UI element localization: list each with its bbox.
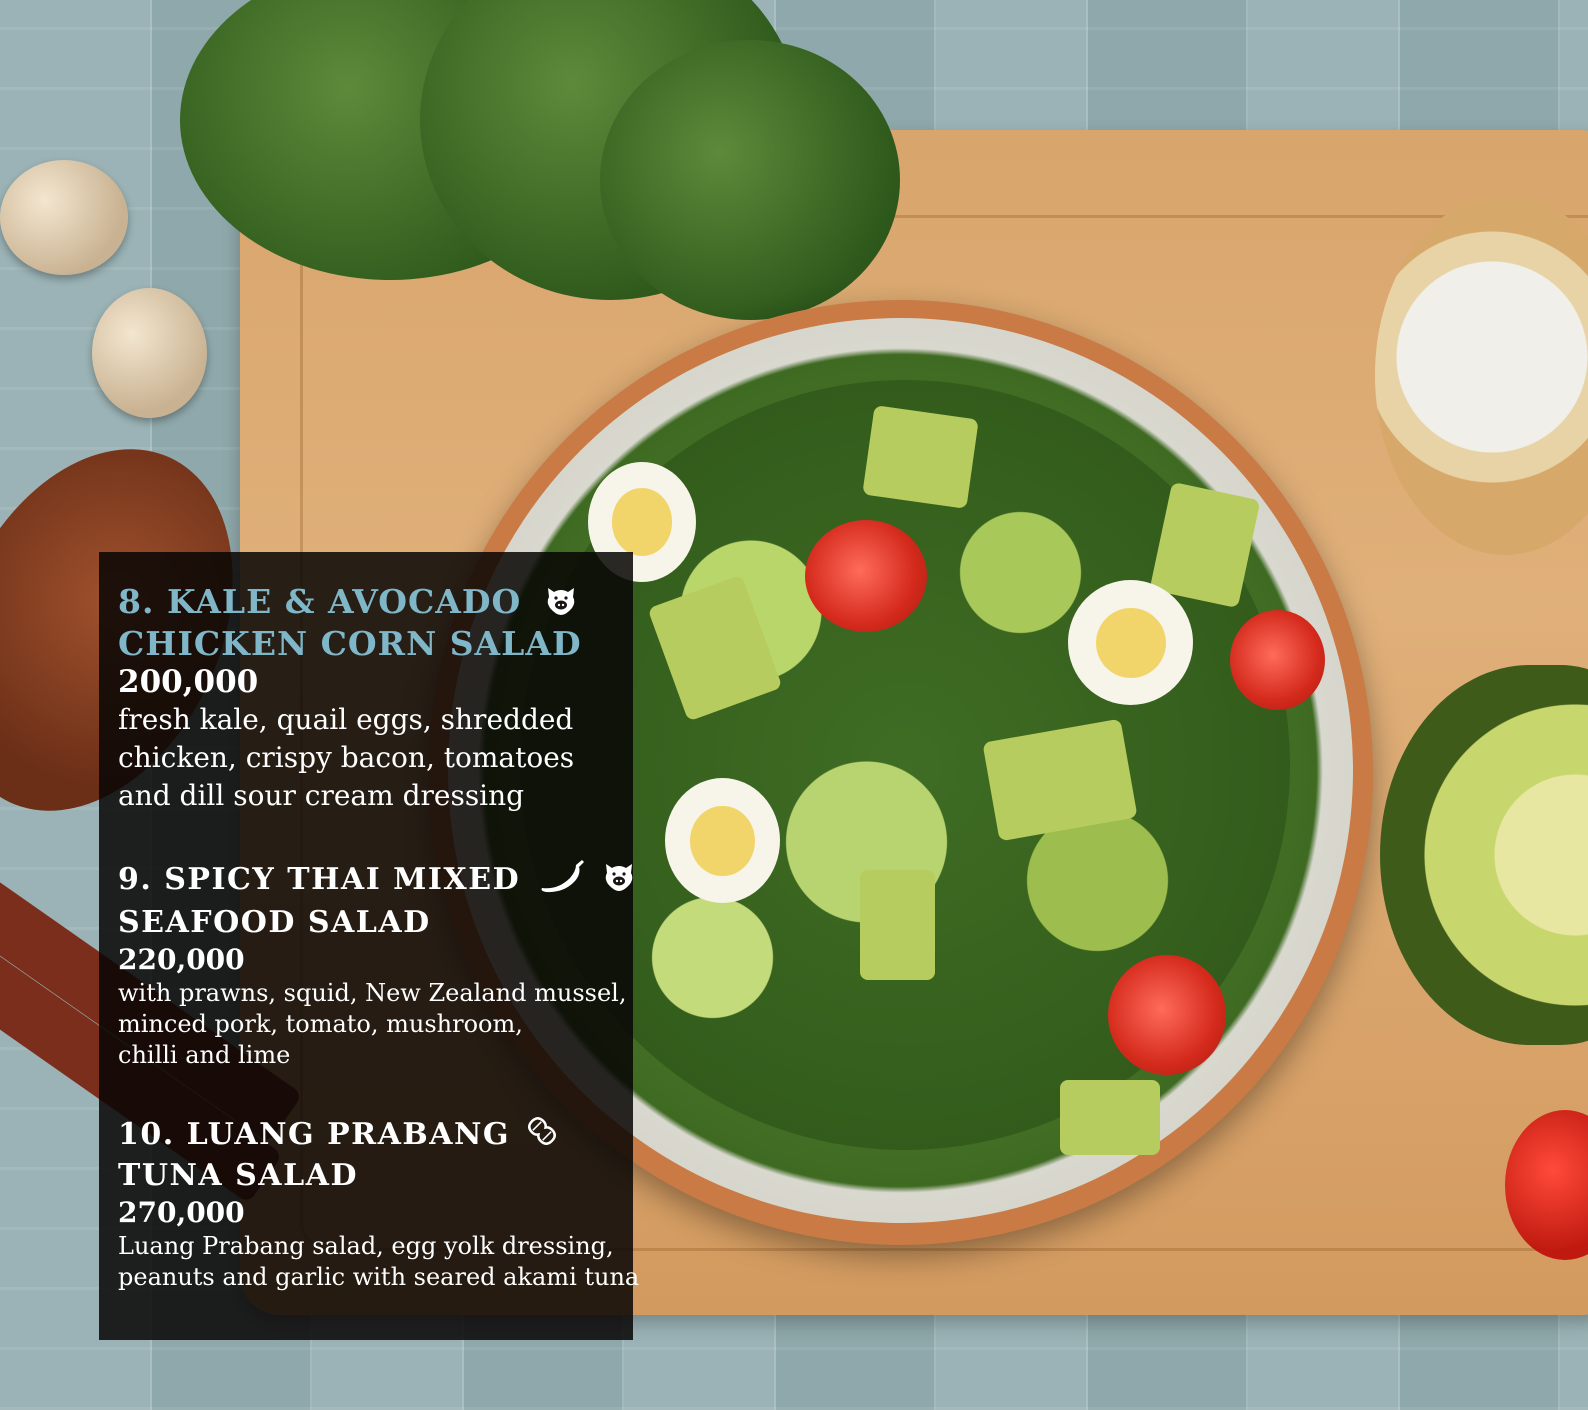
item-title-line-2: SEAFOOD SALAD bbox=[118, 905, 431, 940]
item-title: 9. SPICY THAI MIXED bbox=[118, 858, 636, 904]
item-description-line: with prawns, squid, New Zealand mussel, bbox=[118, 979, 627, 1007]
item-price: 270,000 bbox=[118, 1196, 245, 1229]
item-description-line: chicken, crispy bacon, tomatoes bbox=[118, 741, 575, 774]
item-description-line: minced pork, tomato, mushroom, bbox=[118, 1010, 523, 1038]
item-price: 200,000 bbox=[118, 664, 259, 700]
item-title-line-1: 10. LUANG PRABANG bbox=[118, 1117, 511, 1152]
quail-egg bbox=[92, 288, 207, 418]
item-title-line-1: 8. KALE & AVOCADO bbox=[118, 582, 522, 621]
item-title: 8. KALE & AVOCADO bbox=[118, 582, 582, 624]
chili-icon bbox=[538, 858, 586, 904]
item-description-line: fresh kale, quail eggs, shredded bbox=[118, 703, 574, 736]
item-description-line: peanuts and garlic with seared akami tun… bbox=[118, 1263, 640, 1291]
item-title-line-2: CHICKEN CORN SALAD bbox=[118, 624, 582, 663]
item-title-line-1: 9. SPICY THAI MIXED bbox=[118, 862, 521, 897]
item-title: 10. LUANG PRABANG bbox=[118, 1115, 639, 1157]
pork-icon bbox=[544, 584, 578, 624]
item-price: 220,000 bbox=[118, 943, 245, 976]
menu-item: 9. SPICY THAI MIXED SEAFOOD SALAD 220,00… bbox=[118, 858, 636, 1071]
pork-icon bbox=[602, 860, 636, 902]
menu-item: 8. KALE & AVOCADO CHICKEN CORN SALAD 200… bbox=[118, 582, 582, 815]
item-title-line-2: TUNA SALAD bbox=[118, 1158, 358, 1193]
menu-item: 10. LUANG PRABANG TUNA SALAD 270,000 Lua… bbox=[118, 1115, 639, 1293]
quail-egg bbox=[0, 160, 128, 275]
item-description-line: Luang Prabang salad, egg yolk dressing, bbox=[118, 1232, 614, 1260]
item-description-line: chilli and lime bbox=[118, 1041, 291, 1069]
item-description-line: and dill sour cream dressing bbox=[118, 779, 525, 812]
peanut-icon bbox=[526, 1115, 558, 1157]
